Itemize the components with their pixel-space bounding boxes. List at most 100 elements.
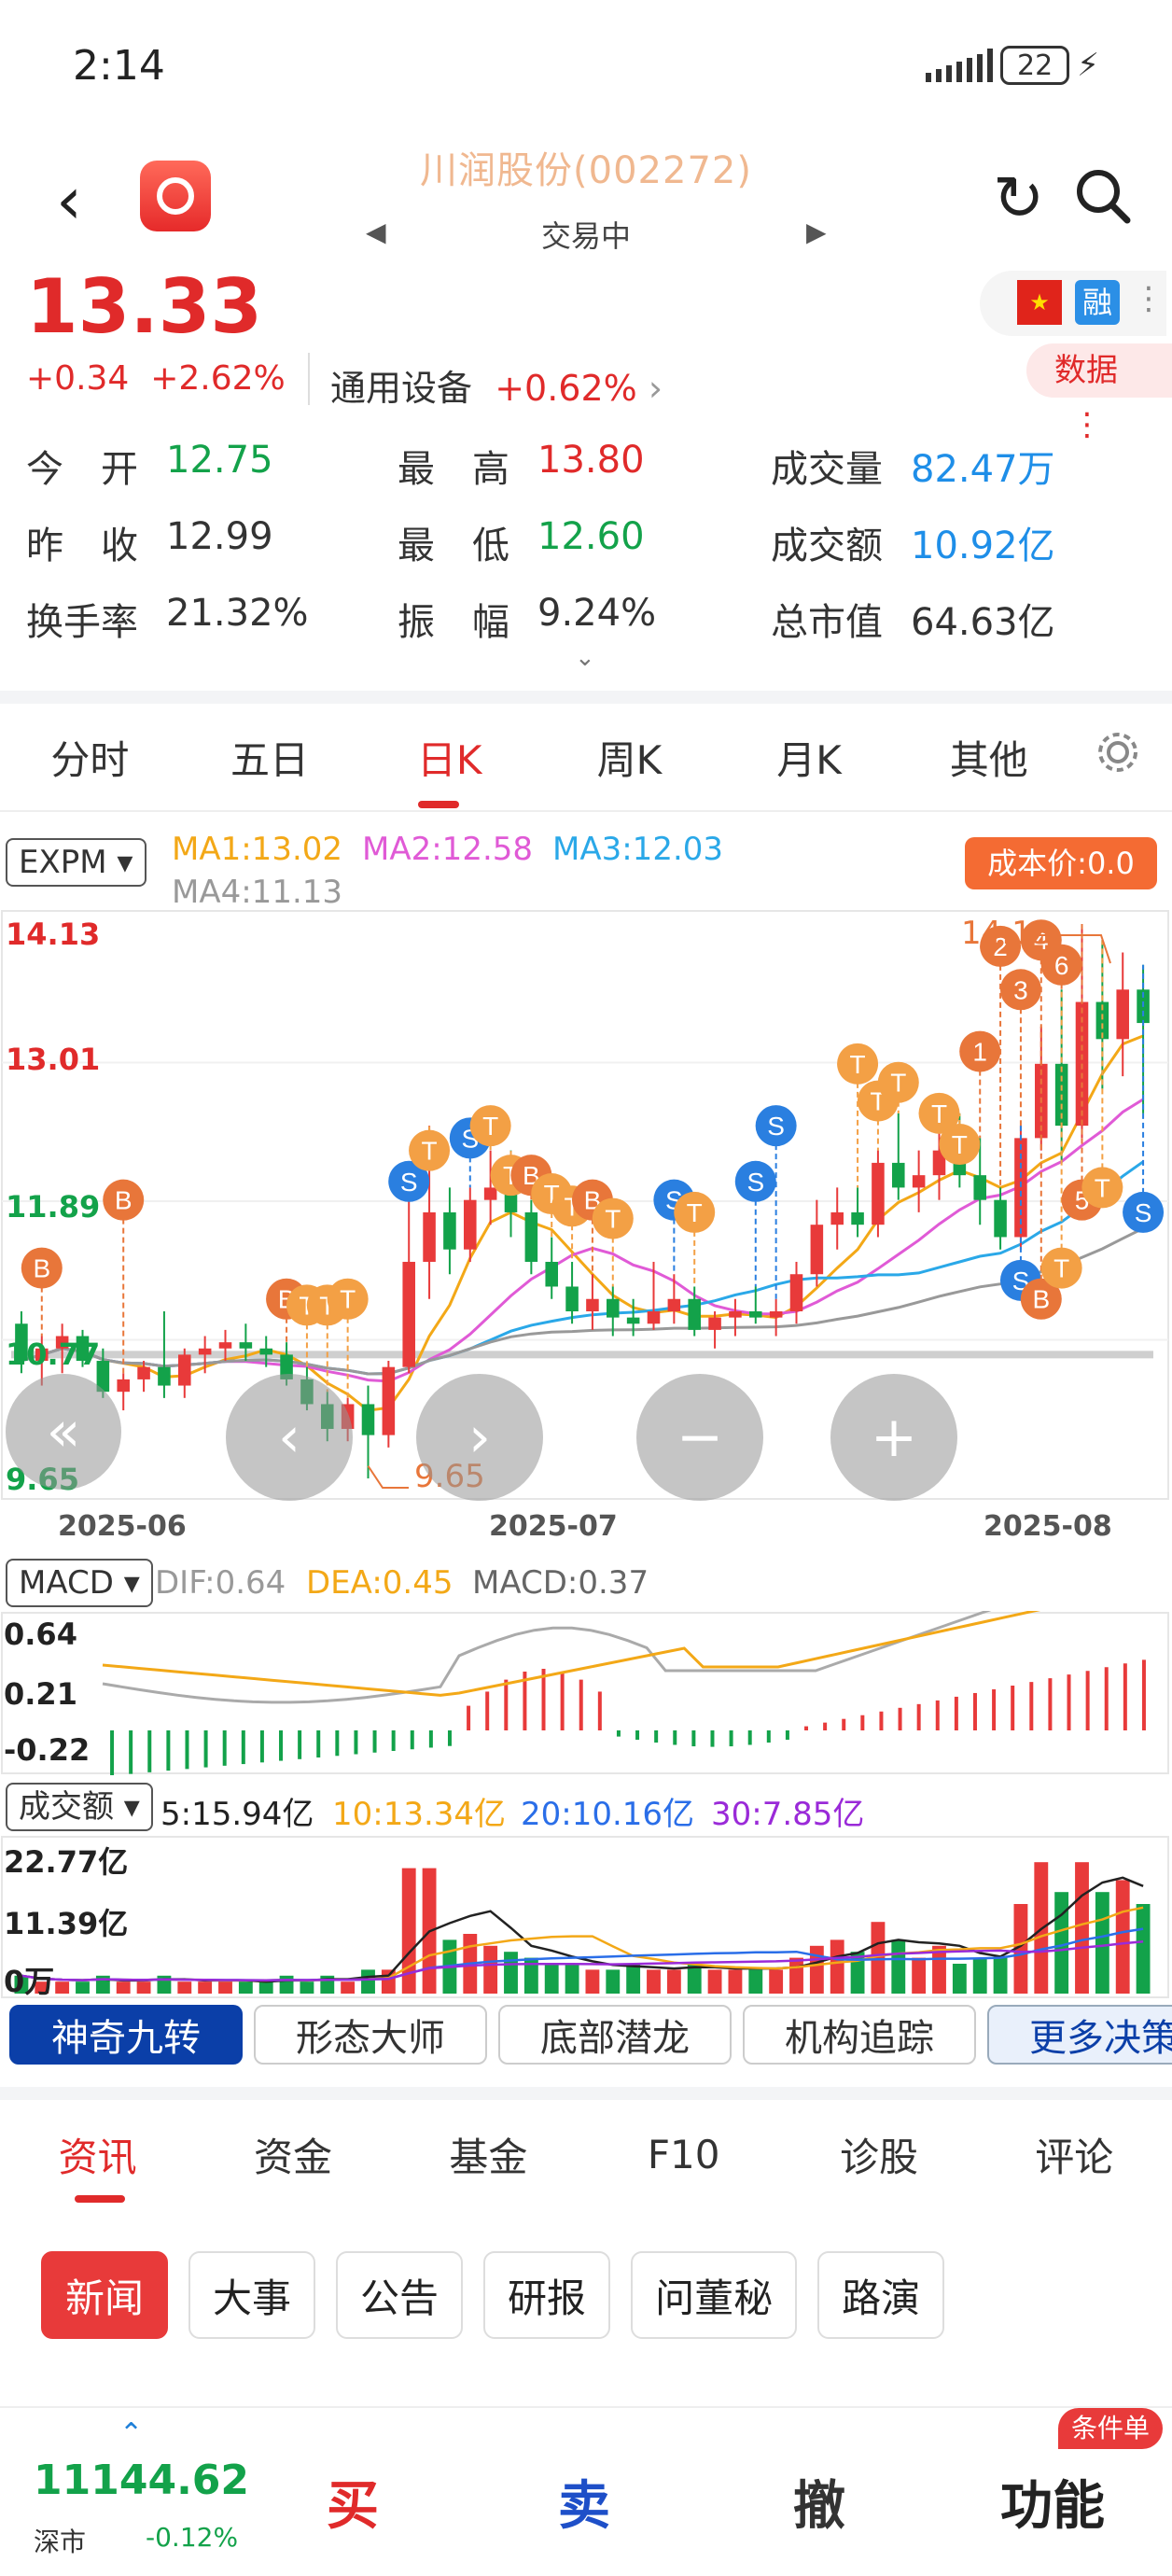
signal-marker-label: S xyxy=(746,1168,764,1197)
more-icon[interactable]: ⋮ xyxy=(1133,280,1165,317)
china-flag-icon: ★ xyxy=(1017,280,1062,325)
tab-info[interactable]: 资金 xyxy=(195,2126,390,2183)
cost-price-button[interactable]: 成本价:0.0 xyxy=(965,837,1157,889)
ma4-legend: MA4:11.13 xyxy=(172,874,343,911)
sell-button[interactable]: 卖 xyxy=(558,2464,610,2540)
stat-label: 最 高 xyxy=(398,448,509,491)
tab-info[interactable]: 评论 xyxy=(977,2126,1172,2183)
info-chip[interactable]: 公告 xyxy=(336,2251,464,2339)
info-tab-indicator xyxy=(75,2195,125,2203)
volume-frame xyxy=(1,1836,1169,1998)
strategy-tab[interactable]: 神奇九转 xyxy=(9,2005,243,2065)
volume-bar xyxy=(1136,1904,1151,1994)
vol-ma5-legend: 5:15.94亿 xyxy=(160,1796,314,1833)
stat-value: 10.92亿 xyxy=(911,525,1055,567)
signal-marker-label: B xyxy=(115,1186,133,1215)
zoom-out-button[interactable]: − xyxy=(636,1374,763,1501)
signal-marker-label: 6 xyxy=(1054,951,1069,980)
candle-body xyxy=(872,1162,885,1225)
tab-chart-period[interactable]: 周K xyxy=(539,729,719,786)
strategy-tabs: 神奇九转 形态大师 底部潜龙 机构追踪 更多决策 xyxy=(0,2005,1172,2078)
tab-chart-period[interactable]: 其他 xyxy=(899,729,1079,786)
volume-dropdown[interactable]: 成交额 ▾ xyxy=(6,1783,153,1831)
signal-icon xyxy=(926,49,994,82)
info-chip[interactable]: 问董秘 xyxy=(631,2251,798,2339)
index-value[interactable]: 11144.62 xyxy=(34,2457,249,2504)
candle-body xyxy=(830,1211,844,1225)
back-icon[interactable]: ‹ xyxy=(56,168,82,233)
volume-bar xyxy=(728,1969,743,1994)
candle-body xyxy=(259,1348,272,1355)
search-icon[interactable] xyxy=(1073,166,1133,226)
volume-bar xyxy=(666,1969,681,1994)
next-stock-icon[interactable]: ▶ xyxy=(806,217,827,247)
volume-bar xyxy=(361,1969,375,1994)
indicator-dropdown[interactable]: EXPM ▾ xyxy=(6,838,146,887)
volume-bar xyxy=(116,1981,131,1994)
tab-chart-period[interactable]: 五日 xyxy=(180,729,360,786)
stat-value: 64.63亿 xyxy=(911,601,1055,644)
info-chip[interactable]: 大事 xyxy=(188,2251,316,2339)
volume-bar xyxy=(76,1981,90,1994)
candle-body xyxy=(178,1354,191,1386)
info-chip[interactable]: 新闻 xyxy=(41,2251,169,2339)
tab-info[interactable]: F10 xyxy=(586,2132,781,2177)
status-icons: 22 ⚡ xyxy=(926,46,1099,85)
tab-info[interactable]: 资讯 xyxy=(0,2126,195,2183)
scroll-left-fast-button[interactable]: « xyxy=(6,1374,121,1490)
tab-chart-period[interactable]: 分时 xyxy=(0,729,180,786)
volume-bar xyxy=(748,1969,763,1994)
candle-body xyxy=(137,1366,150,1379)
x-label-1: 2025-06 xyxy=(58,1510,187,1543)
expand-icon[interactable]: ⌄ xyxy=(575,644,595,672)
sector-link[interactable]: 通用设备 +0.62% › xyxy=(330,359,663,411)
candle-body xyxy=(749,1311,762,1318)
strategy-tab[interactable]: 更多决策 xyxy=(987,2005,1172,2065)
volume-bar xyxy=(912,1957,927,1994)
macd-y-1: 0.64 xyxy=(4,1617,77,1652)
macd-y-2: 0.21 xyxy=(4,1676,77,1712)
prev-stock-icon[interactable]: ◀ xyxy=(366,217,386,247)
signal-marker-label: T xyxy=(931,1099,947,1128)
info-chip[interactable]: 路演 xyxy=(817,2251,945,2339)
zoom-in-button[interactable]: + xyxy=(830,1374,957,1501)
candle-body xyxy=(688,1298,701,1330)
function-button[interactable]: 功能 xyxy=(1000,2464,1105,2540)
candle-body xyxy=(973,1175,986,1200)
signal-marker-label: T xyxy=(1053,1254,1069,1283)
macd-dropdown[interactable]: MACD ▾ xyxy=(6,1559,153,1607)
strategy-tab[interactable]: 形态大师 xyxy=(254,2005,487,2065)
stat-value: 12.60 xyxy=(537,515,645,558)
expand-up-icon[interactable]: ⌃ xyxy=(119,2417,143,2450)
signal-marker-label: T xyxy=(850,1050,866,1079)
scroll-left-button[interactable]: ‹ xyxy=(226,1374,353,1501)
volume-bar xyxy=(279,1975,294,1994)
y-label-3: 11.89 xyxy=(6,1189,101,1225)
strategy-tab[interactable]: 机构追踪 xyxy=(743,2005,976,2065)
tab-chart-period[interactable]: 月K xyxy=(719,729,900,786)
volume-bar xyxy=(585,1969,600,1994)
refresh-icon[interactable]: ↻ xyxy=(993,168,1044,230)
buy-button[interactable]: 买 xyxy=(327,2464,379,2540)
data-button[interactable]: 数据 ⋮ xyxy=(1026,343,1172,443)
info-chip[interactable]: 研报 xyxy=(483,2251,611,2339)
candlestick-chart[interactable]: BBBTTTSTSTTBTTBTSTSSTTTTT12346SBT5TS xyxy=(0,907,1172,1505)
volume-bar xyxy=(300,1981,314,1994)
tab-info[interactable]: 诊股 xyxy=(781,2126,976,2183)
stat-label: 振 幅 xyxy=(398,601,509,644)
strategy-tab[interactable]: 底部潜龙 xyxy=(498,2005,732,2065)
settings-gear-icon[interactable] xyxy=(1094,728,1142,777)
tab-info[interactable]: 基金 xyxy=(391,2126,586,2183)
bottom-trade-bar: ⌃ 11144.62 深市 -0.12% 买 卖 撤 功能 条件单 xyxy=(0,2406,1172,2576)
volume-bar xyxy=(238,1981,253,1994)
scroll-right-button[interactable]: › xyxy=(416,1374,543,1501)
high-marker-label: 14.13 xyxy=(961,915,1053,952)
volume-bar xyxy=(952,1964,967,1994)
cancel-order-button[interactable]: 撤 xyxy=(793,2464,845,2540)
stat-value: 12.75 xyxy=(166,439,273,482)
stat-label: 最 低 xyxy=(398,525,509,567)
conditional-order-badge[interactable]: 条件单 xyxy=(1058,2408,1163,2449)
tab-chart-period[interactable]: 日K xyxy=(359,729,539,786)
candle-body xyxy=(402,1261,415,1367)
candle-body xyxy=(1116,989,1129,1040)
